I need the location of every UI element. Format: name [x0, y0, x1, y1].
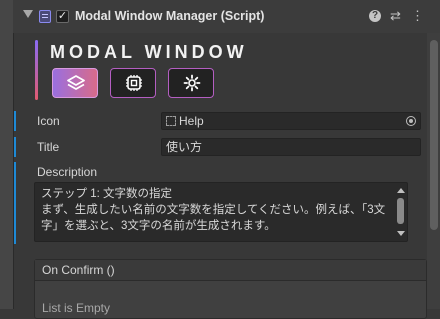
preset-icon[interactable]: ⇄ [390, 8, 401, 24]
inspector-scrollbar-thumb[interactable] [430, 40, 438, 230]
icon-field-value: Help [179, 114, 204, 128]
chip-icon [126, 75, 142, 91]
help-icon[interactable]: ? [369, 10, 381, 22]
scroll-down-arrow-icon[interactable] [397, 231, 405, 236]
description-text: ステップ 1: 文字数の指定 まず、生成したい名前の文字数を指定してください。例… [41, 188, 386, 232]
description-textarea[interactable]: ステップ 1: 文字数の指定 まず、生成したい名前の文字数を指定してください。例… [34, 182, 408, 242]
banner-title: MODAL WINDOW [50, 42, 248, 62]
on-confirm-header: On Confirm () [35, 260, 426, 281]
component-enabled-checkbox[interactable]: ✓ [56, 10, 69, 23]
modified-marker [14, 137, 16, 157]
kebab-menu-icon[interactable]: ⋮ [411, 8, 424, 24]
icon-object-field[interactable]: Help [161, 112, 421, 130]
on-confirm-title: On Confirm () [42, 263, 115, 277]
description-field-label: Description [37, 165, 98, 179]
modified-marker [14, 111, 16, 131]
tab-content[interactable] [52, 68, 98, 98]
inspector-left-gutter [0, 0, 14, 309]
textarea-scroll-thumb[interactable] [397, 198, 404, 224]
sprite-icon [166, 116, 176, 126]
scroll-up-arrow-icon[interactable] [397, 188, 405, 193]
empty-list-text: List is Empty [42, 301, 111, 315]
banner-accent-bar [35, 40, 38, 100]
modified-marker [14, 162, 16, 244]
component-header[interactable]: ✓ Modal Window Manager (Script) ? ⇄ ⋮ [13, 0, 440, 33]
tab-resources[interactable] [110, 68, 156, 98]
layers-icon [67, 75, 85, 90]
object-picker-icon[interactable] [406, 116, 416, 126]
script-icon [39, 10, 51, 23]
title-field-label: Title [37, 140, 60, 154]
icon-field-label: Icon [37, 114, 60, 128]
title-input[interactable]: 使い方 [161, 138, 421, 156]
foldout-arrow-icon[interactable] [23, 10, 33, 18]
component-title: Modal Window Manager (Script) [75, 9, 265, 23]
gear-icon [183, 74, 201, 92]
on-confirm-event-list: On Confirm () List is Empty [34, 259, 427, 319]
tab-settings[interactable] [168, 68, 214, 98]
